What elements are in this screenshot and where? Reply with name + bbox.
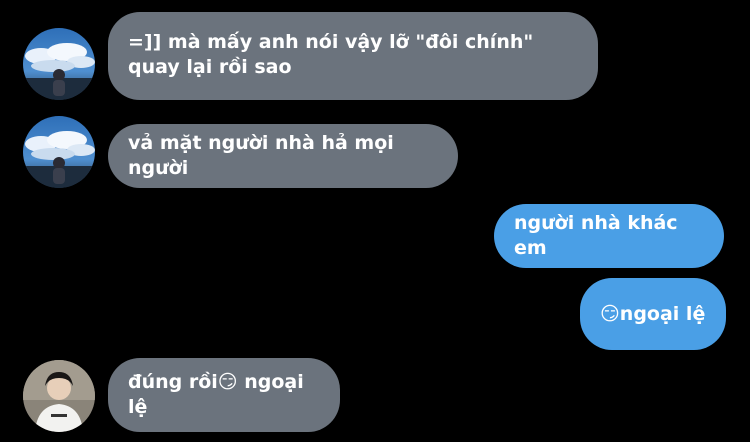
message-text: =]] mà mấy anh nói vậy lỡ "đôi chính" qu… — [128, 31, 534, 78]
message-text: đúng rồi😏 ngoại lệ — [128, 371, 304, 418]
message-bubble-outgoing[interactable]: người nhà khác em — [494, 204, 724, 268]
sender-avatar[interactable] — [23, 28, 95, 100]
message-text: 😏ngoại lệ — [600, 302, 706, 325]
message-bubble-outgoing[interactable]: 😏ngoại lệ — [580, 278, 726, 350]
sender-avatar[interactable] — [23, 360, 95, 432]
message-bubble-incoming[interactable]: =]] mà mấy anh nói vậy lỡ "đôi chính" qu… — [108, 12, 598, 100]
message-text: vả mặt người nhà hả mọi người — [128, 132, 394, 179]
message-text: người nhà khác em — [514, 212, 678, 259]
message-bubble-incoming[interactable]: đúng rồi😏 ngoại lệ — [108, 358, 340, 432]
message-bubble-incoming[interactable]: vả mặt người nhà hả mọi người — [108, 124, 458, 188]
sender-avatar[interactable] — [23, 116, 95, 188]
